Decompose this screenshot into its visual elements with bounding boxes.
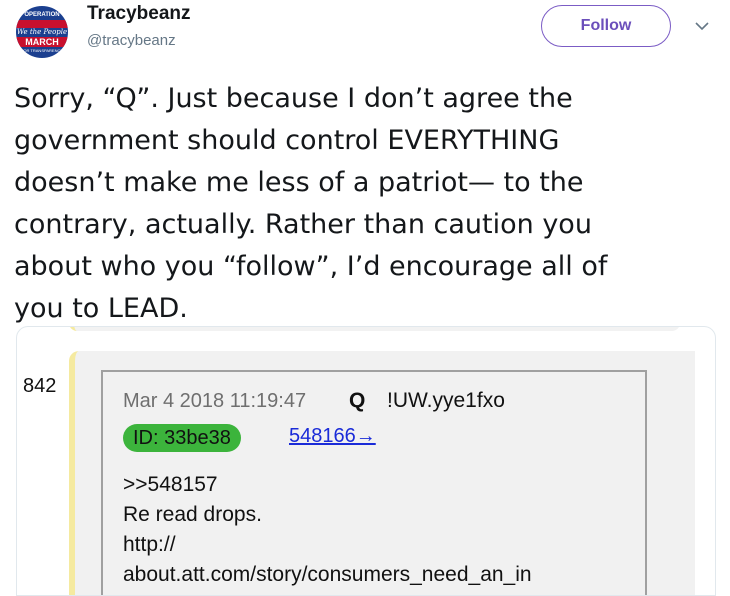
post-link[interactable]: 548166→	[289, 425, 376, 448]
post-body-line: >>548157	[123, 473, 218, 496]
post-reply-box: Mar 4 2018 11:19:47 Q !UW.yye1fxo ID: 33…	[101, 370, 647, 595]
poster-name: Q	[349, 389, 366, 412]
post-body-line: Re read drops.	[123, 503, 262, 526]
display-name[interactable]: Tracybeanz	[87, 3, 191, 25]
avatar-script-text: We the People	[16, 28, 68, 36]
avatar[interactable]: OPERATION We the People MARCH FOR TRANSP…	[14, 4, 70, 60]
avatar-march-text: MARCH	[16, 37, 68, 47]
follow-button[interactable]: Follow	[541, 5, 671, 47]
avatar-band	[16, 20, 68, 28]
post-card: Mar 4 2018 11:19:47 Q !UW.yye1fxo ID: 33…	[69, 351, 695, 595]
handle[interactable]: @tracybeanz	[87, 32, 176, 49]
post-date: Mar 4 2018 11:19:47	[123, 390, 307, 412]
avatar-bottom-text: FOR TRANSPARENCY	[20, 48, 64, 53]
post-body-line: http://	[123, 533, 176, 556]
post-body-line: about.att.com/story/consumers_need_an_in	[123, 563, 532, 586]
tweet-media[interactable]: 842 Mar 4 2018 11:19:47 Q !UW.yye1fxo ID…	[16, 326, 716, 596]
post-number: 842	[23, 375, 57, 397]
chevron-down-icon[interactable]	[694, 20, 710, 32]
avatar-top-text: OPERATION	[24, 12, 60, 18]
tripcode: !UW.yye1fxo	[387, 389, 505, 412]
post-body: >>548157 Re read drops. http:// about.at…	[123, 470, 532, 590]
previous-post-edge	[69, 327, 680, 331]
tweet-text: Sorry, “Q”. Just because I don’t agree t…	[14, 83, 608, 324]
id-badge: ID: 33be38	[123, 424, 241, 452]
